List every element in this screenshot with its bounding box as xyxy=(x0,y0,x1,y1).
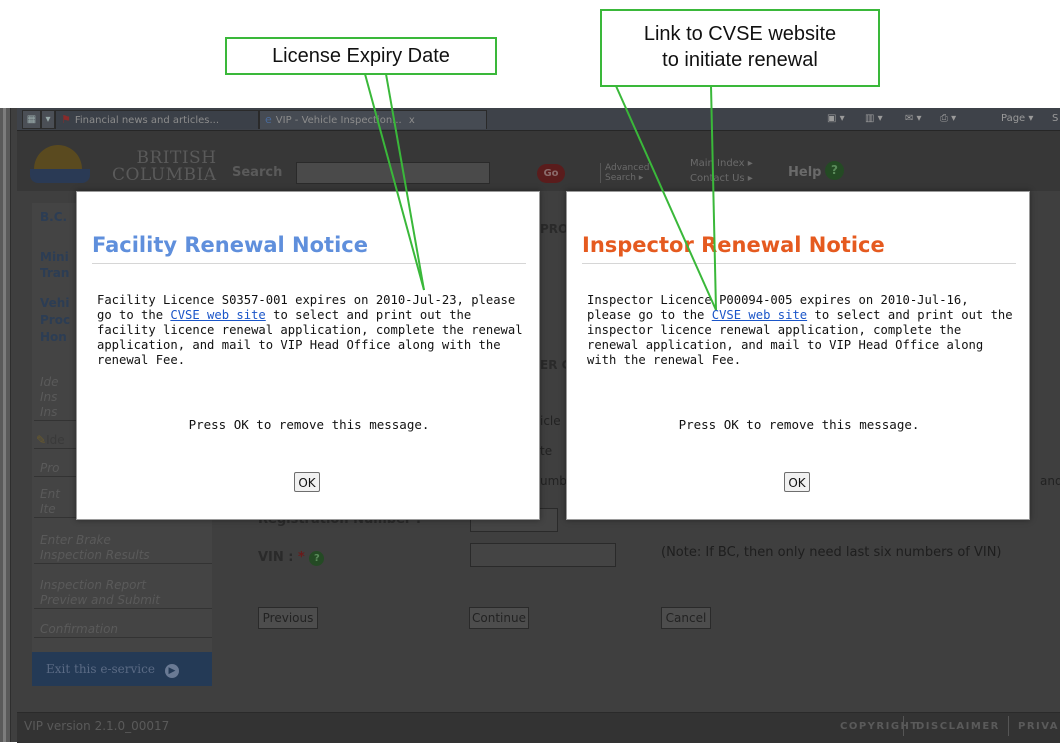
annotation-leader-lines xyxy=(364,73,717,311)
expiry-leader-line xyxy=(385,73,425,291)
link-leader-line xyxy=(615,85,717,311)
cvse-link-callout: Link to CVSE website to initiate renewal xyxy=(600,9,880,87)
link-leader-line xyxy=(710,85,717,311)
expiry-leader-line xyxy=(364,73,425,291)
license-expiry-callout: License Expiry Date xyxy=(225,37,497,75)
